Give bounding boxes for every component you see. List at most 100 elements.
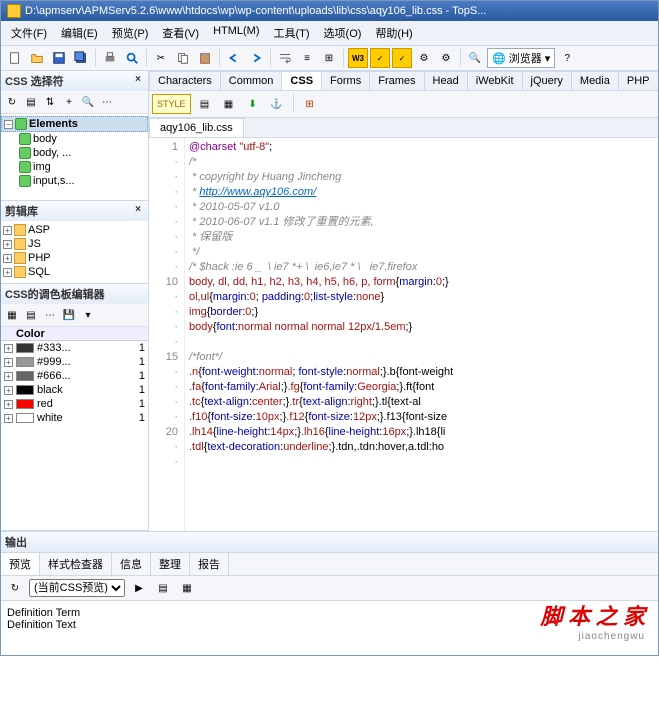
tree-root[interactable]: −Elements — [1, 116, 148, 132]
tools1-icon[interactable]: ⚙ — [414, 48, 434, 68]
pal2-icon[interactable]: ▤ — [22, 306, 40, 324]
wrap-icon[interactable] — [275, 48, 295, 68]
browser-combo[interactable]: 🌐 浏览器 ▾ — [487, 48, 555, 68]
pal-opts-icon[interactable]: ⋯ — [41, 306, 59, 324]
tools2-icon[interactable]: ⚙ — [436, 48, 456, 68]
expand-icon[interactable]: + — [4, 414, 13, 423]
expand-icon[interactable]: + — [3, 268, 12, 277]
expand-icon[interactable]: + — [4, 400, 13, 409]
expand-icon[interactable]: + — [3, 226, 12, 235]
close-icon[interactable]: × — [132, 75, 144, 87]
output-tab[interactable]: 报告 — [190, 553, 229, 575]
grid-icon[interactable]: ⊞ — [300, 94, 320, 114]
menu-view[interactable]: 查看(V) — [156, 23, 205, 43]
close-icon[interactable]: × — [132, 205, 144, 217]
save-icon[interactable] — [49, 48, 69, 68]
preview-icon[interactable] — [122, 48, 142, 68]
expand-icon[interactable]: + — [4, 358, 13, 367]
help-icon[interactable]: ? — [557, 48, 577, 68]
tab-characters[interactable]: Characters — [149, 71, 221, 90]
output-tab[interactable]: 样式检查器 — [40, 553, 112, 575]
add-icon[interactable]: + — [60, 93, 78, 111]
style-badge-icon[interactable]: STYLE — [152, 94, 191, 114]
tree-item[interactable]: +SQL — [1, 265, 148, 279]
out-opt1-icon[interactable]: ▤ — [153, 578, 173, 598]
opts-icon[interactable]: ⋯ — [98, 93, 116, 111]
expand-icon[interactable]: + — [4, 372, 13, 381]
color-row[interactable]: +white1 — [1, 411, 148, 425]
validate-css-icon[interactable]: ✓ — [392, 48, 412, 68]
copy-icon[interactable] — [173, 48, 193, 68]
menu-html[interactable]: HTML(M) — [207, 23, 265, 43]
expand-icon[interactable]: + — [4, 386, 13, 395]
menu-file[interactable]: 文件(F) — [5, 23, 53, 43]
sort-icon[interactable]: ⇅ — [41, 93, 59, 111]
output-tab[interactable]: 整理 — [151, 553, 190, 575]
find-icon[interactable]: 🔍 — [465, 48, 485, 68]
code-editor[interactable]: @charset "utf-8";/* * copyright by Huang… — [185, 138, 658, 531]
output-tab[interactable]: 预览 — [1, 553, 40, 575]
tree-item[interactable]: +PHP — [1, 251, 148, 265]
print-icon[interactable] — [100, 48, 120, 68]
toggle-icon[interactable]: ⊞ — [319, 48, 339, 68]
expand-icon[interactable]: + — [4, 344, 13, 353]
expand-icon[interactable]: + — [3, 254, 12, 263]
tab-media[interactable]: Media — [571, 71, 619, 90]
pal-save-icon[interactable]: 💾 — [60, 306, 78, 324]
tree-item[interactable]: body — [1, 132, 148, 146]
cut-icon[interactable]: ✂ — [151, 48, 171, 68]
preview-select[interactable]: (当前CSS预览) — [29, 579, 125, 597]
tree-item[interactable]: body, ... — [1, 146, 148, 160]
menu-tools[interactable]: 工具(T) — [268, 23, 316, 43]
menu-help[interactable]: 帮助(H) — [369, 23, 418, 43]
color-row[interactable]: +#333...1 — [1, 341, 148, 355]
tab-script[interactable]: Script — [658, 71, 659, 90]
tree-item[interactable]: +JS — [1, 237, 148, 251]
menu-options[interactable]: 选项(O) — [318, 23, 368, 43]
out-refresh-icon[interactable]: ↻ — [5, 578, 25, 598]
paste-icon[interactable] — [195, 48, 215, 68]
save-all-icon[interactable] — [71, 48, 91, 68]
new-file-icon[interactable] — [5, 48, 25, 68]
file-tab[interactable]: aqy106_lib.css — [149, 118, 244, 137]
main-toolbar: ✂ ≡ ⊞ W3 ✓ ✓ ⚙ ⚙ 🔍 🌐 浏览器 ▾ ? — [1, 45, 658, 71]
open-file-icon[interactable] — [27, 48, 47, 68]
et2-icon[interactable]: ▦ — [219, 94, 239, 114]
anchor-down-icon[interactable]: ⬇ — [243, 94, 263, 114]
menu-edit[interactable]: 编辑(E) — [55, 23, 104, 43]
pal1-icon[interactable]: ▦ — [3, 306, 21, 324]
color-row[interactable]: +#999...1 — [1, 355, 148, 369]
output-tab[interactable]: 信息 — [112, 553, 151, 575]
indent-icon[interactable]: ≡ — [297, 48, 317, 68]
find-sel-icon[interactable]: 🔍 — [79, 93, 97, 111]
redo-icon[interactable] — [246, 48, 266, 68]
tab-common[interactable]: Common — [220, 71, 283, 90]
expand-icon[interactable]: + — [3, 240, 12, 249]
tab-head[interactable]: Head — [424, 71, 468, 90]
anchor-icon[interactable]: ⚓ — [267, 94, 287, 114]
out-go-icon[interactable]: ▶ — [129, 578, 149, 598]
tab-forms[interactable]: Forms — [321, 71, 370, 90]
color-row[interactable]: +black1 — [1, 383, 148, 397]
folder-icon — [14, 224, 26, 236]
tab-iwebkit[interactable]: iWebKit — [467, 71, 523, 90]
tree-item[interactable]: +ASP — [1, 223, 148, 237]
tab-css[interactable]: CSS — [281, 71, 322, 90]
validate-w3c-icon[interactable]: W3 — [348, 48, 368, 68]
color-row[interactable]: +red1 — [1, 397, 148, 411]
tree-item[interactable]: img — [1, 160, 148, 174]
tab-frames[interactable]: Frames — [369, 71, 424, 90]
undo-icon[interactable] — [224, 48, 244, 68]
tree-item[interactable]: input,s... — [1, 174, 148, 188]
refresh-icon[interactable]: ↻ — [3, 93, 21, 111]
et1-icon[interactable]: ▤ — [195, 94, 215, 114]
filter-icon[interactable]: ▤ — [22, 93, 40, 111]
validate-html-icon[interactable]: ✓ — [370, 48, 390, 68]
tab-php[interactable]: PHP — [618, 71, 658, 90]
collapse-icon[interactable]: − — [4, 120, 13, 129]
menu-preview[interactable]: 预览(P) — [106, 23, 155, 43]
out-opt2-icon[interactable]: ▦ — [177, 578, 197, 598]
tab-jquery[interactable]: jQuery — [522, 71, 572, 90]
color-row[interactable]: +#666...1 — [1, 369, 148, 383]
pal-more-icon[interactable]: ▾ — [79, 306, 97, 324]
